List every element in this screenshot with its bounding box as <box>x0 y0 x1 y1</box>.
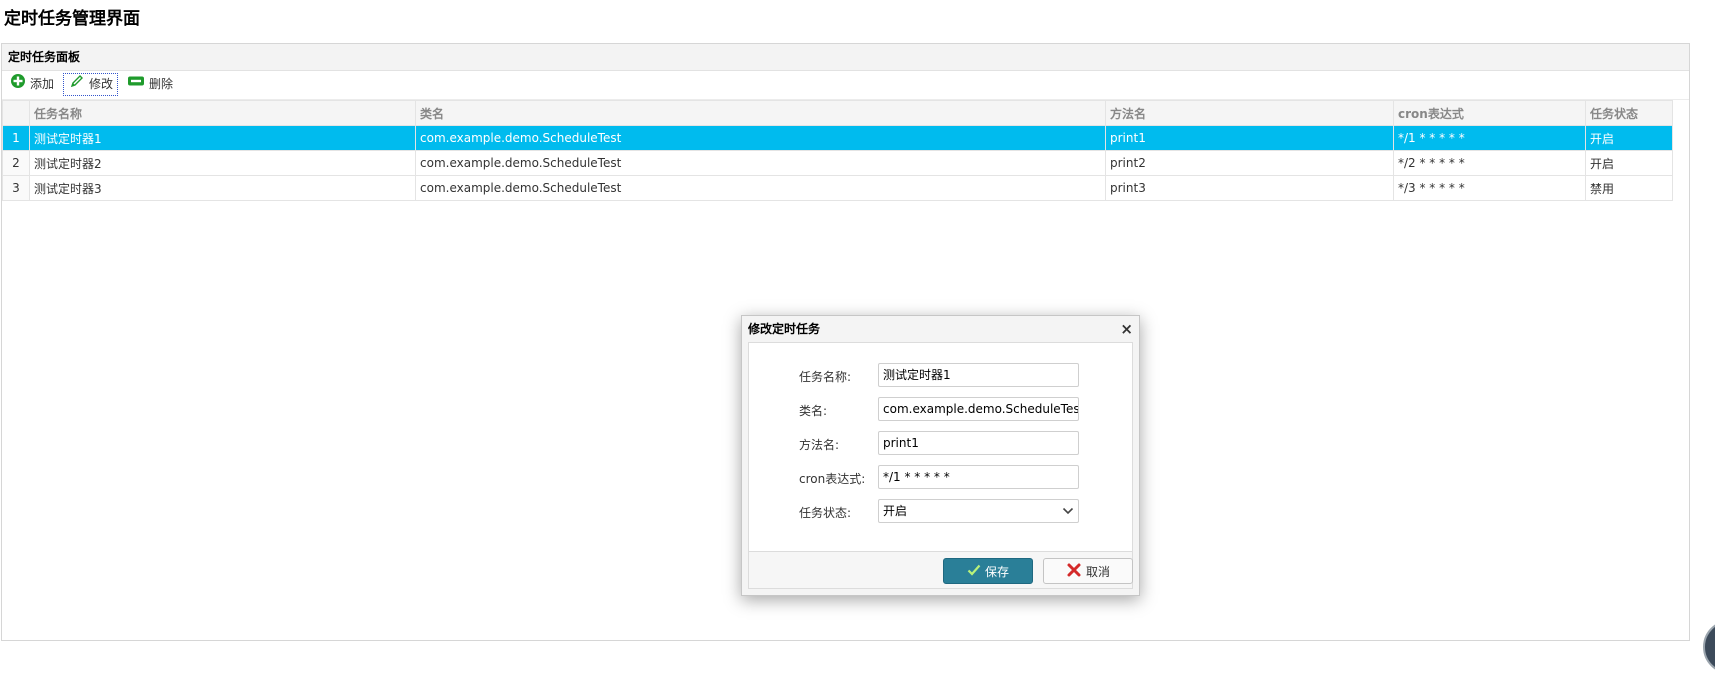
cell-status[interactable]: 开启 <box>1585 125 1673 151</box>
cron-input[interactable]: */1 * * * * * <box>878 465 1079 489</box>
toolbar: 添加 修改 删除 <box>2 71 1689 100</box>
delete-button[interactable]: 删除 <box>122 73 177 96</box>
cell-method[interactable]: print3 <box>1105 175 1394 201</box>
form-row-name: 任务名称: 测试定时器1 <box>749 363 1134 389</box>
task-name-label: 任务名称: <box>799 370 852 384</box>
status-select-value: 开启 <box>883 504 908 518</box>
cancel-button[interactable]: 取消 <box>1043 558 1133 584</box>
form-row-cron: cron表达式: */1 * * * * * <box>749 465 1134 491</box>
table-row[interactable]: 3 测试定时器3 com.example.demo.ScheduleTest p… <box>2 175 1673 201</box>
edit-button[interactable]: 修改 <box>63 73 119 97</box>
status-label: 任务状态: <box>799 506 852 520</box>
table-row[interactable]: 2 测试定时器2 com.example.demo.ScheduleTest p… <box>2 150 1673 176</box>
cron-label: cron表达式: <box>799 472 866 486</box>
status-select[interactable]: 开启 <box>878 499 1079 523</box>
form-row-class: 类名: com.example.demo.ScheduleTest <box>749 397 1134 423</box>
cancel-button-label: 取消 <box>1085 564 1110 579</box>
column-header-method[interactable]: 方法名 <box>1105 100 1394 126</box>
cell-name[interactable]: 测试定时器2 <box>29 150 416 176</box>
dialog-footer: 保存 取消 <box>748 552 1133 589</box>
cell-class[interactable]: com.example.demo.ScheduleTest <box>415 150 1106 176</box>
class-name-input[interactable]: com.example.demo.ScheduleTest <box>878 397 1079 421</box>
chevron-down-icon <box>1062 500 1074 522</box>
column-header-status[interactable]: 任务状态 <box>1585 100 1673 126</box>
page-title: 定时任务管理界面 <box>4 9 140 29</box>
cell-status[interactable]: 禁用 <box>1585 175 1673 201</box>
cell-cron[interactable]: */3 * * * * * <box>1393 175 1586 201</box>
task-table: 任务名称 类名 方法名 cron表达式 任务状态 1 测试定时器1 com.ex… <box>2 100 1673 201</box>
cell-name[interactable]: 测试定时器1 <box>29 125 416 151</box>
minus-icon <box>127 73 149 97</box>
cell-class[interactable]: com.example.demo.ScheduleTest <box>415 125 1106 151</box>
cell-cron[interactable]: */1 * * * * * <box>1393 125 1586 151</box>
task-name-input[interactable]: 测试定时器1 <box>878 363 1079 387</box>
delete-button-label: 删除 <box>149 77 174 91</box>
add-button[interactable]: 添加 <box>5 73 58 96</box>
row-number: 2 <box>2 150 30 176</box>
column-header-class[interactable]: 类名 <box>415 100 1106 126</box>
cell-cron[interactable]: */2 * * * * * <box>1393 150 1586 176</box>
method-name-input[interactable]: print1 <box>878 431 1079 455</box>
close-icon[interactable]: × <box>1120 316 1133 342</box>
column-header-name[interactable]: 任务名称 <box>29 100 416 126</box>
edit-button-label: 修改 <box>89 77 114 91</box>
cell-name[interactable]: 测试定时器3 <box>29 175 416 201</box>
edit-task-dialog: 修改定时任务 × 任务名称: 测试定时器1 类名: com.example.de… <box>741 315 1140 596</box>
row-number: 1 <box>2 125 30 151</box>
add-button-label: 添加 <box>30 77 55 91</box>
form-row-status: 任务状态: 开启 <box>749 499 1134 525</box>
class-name-label: 类名: <box>799 404 828 418</box>
dialog-title-bar[interactable]: 修改定时任务 × <box>742 316 1139 342</box>
save-button[interactable]: 保存 <box>943 558 1033 584</box>
cell-method[interactable]: print2 <box>1105 150 1394 176</box>
floating-assistant-widget[interactable] <box>1703 620 1715 674</box>
check-icon <box>967 564 985 579</box>
cell-method[interactable]: print1 <box>1105 125 1394 151</box>
dialog-title: 修改定时任务 <box>748 322 821 336</box>
pencil-icon <box>69 73 89 97</box>
dialog-form: 任务名称: 测试定时器1 类名: com.example.demo.Schedu… <box>748 342 1133 552</box>
panel-title: 定时任务面板 <box>2 44 1689 71</box>
row-number: 3 <box>2 175 30 201</box>
x-icon <box>1066 562 1086 581</box>
column-header-cron[interactable]: cron表达式 <box>1393 100 1586 126</box>
table-row[interactable]: 1 测试定时器1 com.example.demo.ScheduleTest p… <box>2 125 1673 151</box>
plus-circle-icon <box>10 73 30 97</box>
row-number-header <box>2 100 30 126</box>
form-row-method: 方法名: print1 <box>749 431 1134 457</box>
cell-status[interactable]: 开启 <box>1585 150 1673 176</box>
method-name-label: 方法名: <box>799 438 840 452</box>
cell-class[interactable]: com.example.demo.ScheduleTest <box>415 175 1106 201</box>
save-button-label: 保存 <box>984 564 1009 579</box>
